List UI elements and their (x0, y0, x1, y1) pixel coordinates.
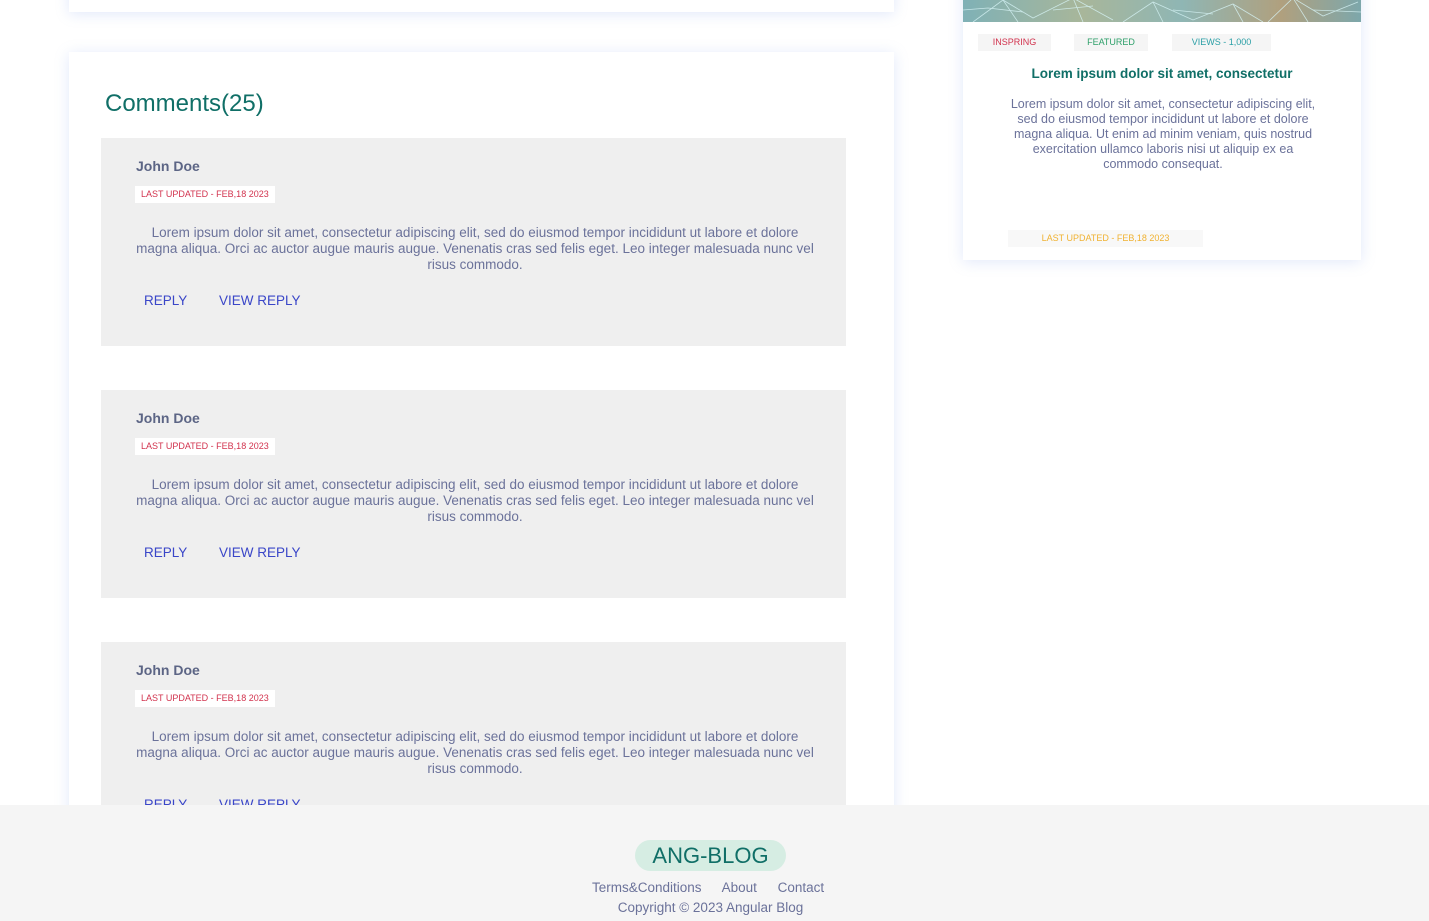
footer-logo[interactable]: ANG-BLOG (635, 840, 786, 871)
comment-text: Lorem ipsum dolor sit amet, consectetur … (136, 225, 814, 272)
previous-card (69, 0, 894, 12)
cracked-glass-pattern (963, 0, 1361, 22)
tag-inspiring[interactable]: INSPRING (978, 34, 1051, 51)
comment-date-badge: LAST UPDATED - FEB,18 2023 (135, 186, 275, 203)
footer: ANG-BLOG Terms&Conditions About Contact … (0, 805, 1429, 921)
tag-featured[interactable]: FEATURED (1074, 34, 1148, 51)
copyright-text: Copyright © 2023 Angular Blog (617, 900, 804, 915)
footer-link-contact[interactable]: Contact (778, 880, 825, 895)
view-reply-button[interactable]: VIEW REPLY (219, 293, 301, 308)
comment-author: John Doe (136, 410, 200, 426)
comment-text: Lorem ipsum dolor sit amet, consectetur … (136, 477, 814, 524)
comment-date-badge: LAST UPDATED - FEB,18 2023 (135, 690, 275, 707)
page: Comments(25) John Doe LAST UPDATED - FEB… (0, 0, 1429, 921)
view-reply-button[interactable]: VIEW REPLY (219, 545, 301, 560)
comments-section: Comments(25) John Doe LAST UPDATED - FEB… (69, 52, 894, 872)
reply-button[interactable]: REPLY (144, 293, 187, 308)
views-count-badge: VIEWS - 1,000 (1172, 34, 1271, 51)
footer-nav: Terms&Conditions About Contact (592, 880, 841, 895)
post-date-badge: LAST UPDATED - FEB,18 2023 (1008, 230, 1203, 247)
side-post-card[interactable]: INSPRING FEATURED VIEWS - 1,000 Lorem ip… (963, 0, 1361, 260)
footer-link-terms[interactable]: Terms&Conditions (592, 880, 702, 895)
comment-date-badge: LAST UPDATED - FEB,18 2023 (135, 438, 275, 455)
comment-text: Lorem ipsum dolor sit amet, consectetur … (136, 729, 814, 776)
post-thumbnail-image (963, 0, 1361, 22)
comments-title: Comments(25) (105, 90, 264, 117)
reply-button[interactable]: REPLY (144, 545, 187, 560)
post-excerpt: Lorem ipsum dolor sit amet, consectetur … (1010, 97, 1316, 171)
footer-link-about[interactable]: About (722, 880, 757, 895)
comment-author: John Doe (136, 158, 200, 174)
post-title[interactable]: Lorem ipsum dolor sit amet, consectetur (963, 66, 1361, 81)
comment-author: John Doe (136, 662, 200, 678)
comment-card: John Doe LAST UPDATED - FEB,18 2023 Lore… (101, 138, 846, 346)
comment-card: John Doe LAST UPDATED - FEB,18 2023 Lore… (101, 390, 846, 598)
